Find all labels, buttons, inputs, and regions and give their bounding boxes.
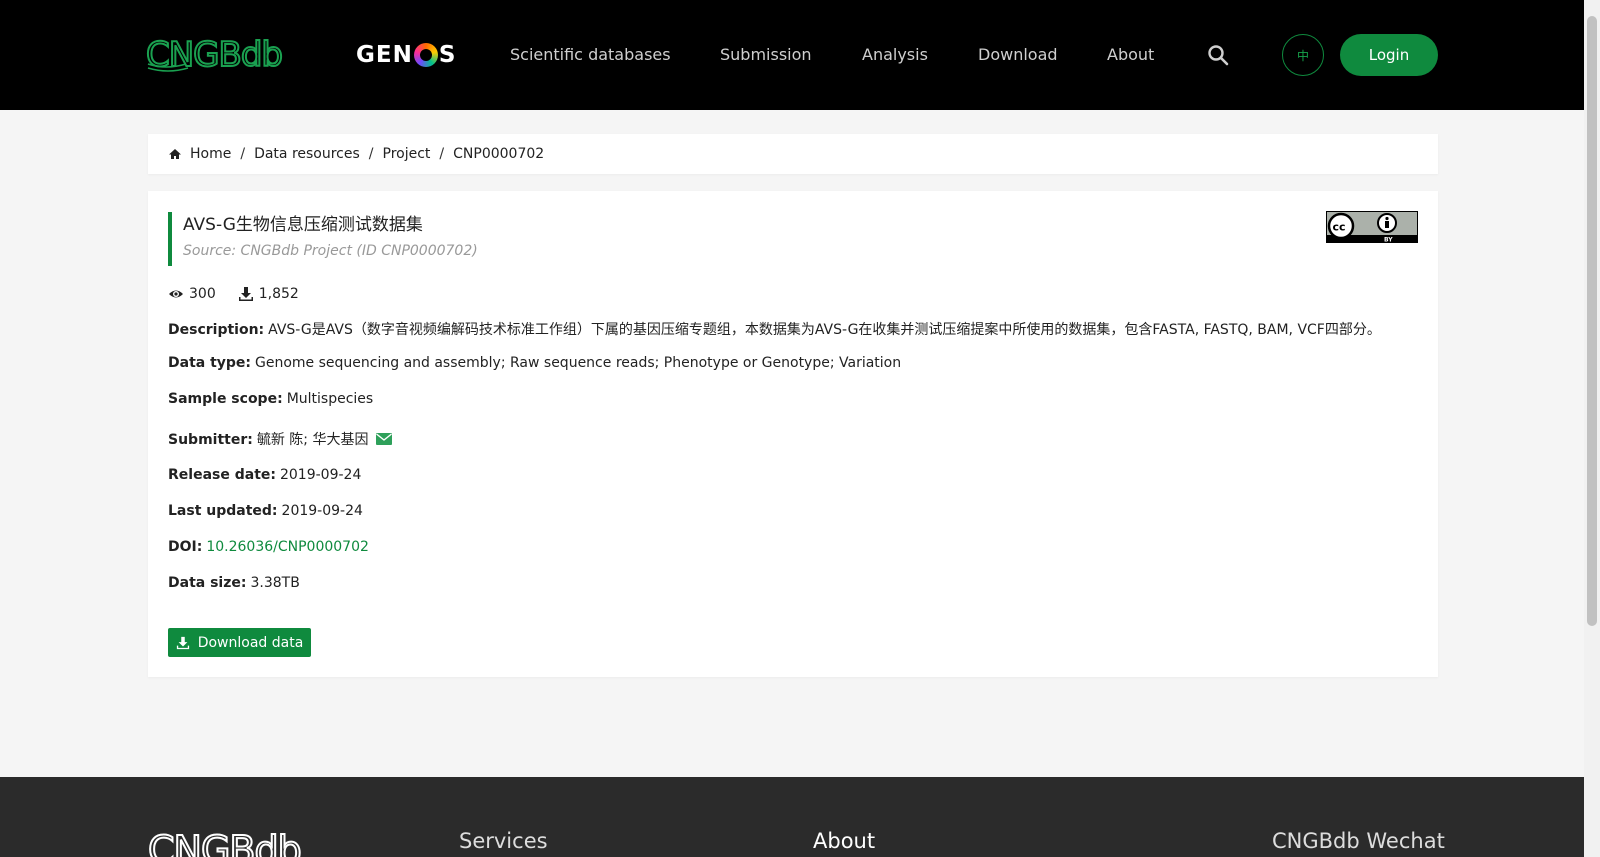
doi-label: DOI: [168,539,203,555]
language-toggle-button[interactable]: 中 [1282,34,1324,76]
breadcrumb-project[interactable]: Project [383,146,431,162]
submitter-label: Submitter: [168,432,253,448]
svg-text:cc: cc [1333,221,1346,234]
doi-field: DOI: 10.26036/CNP0000702 [168,539,369,555]
cc-by-license-icon[interactable]: BY cc [1326,211,1418,243]
genos-ring-icon [413,43,438,67]
view-count: 300 [189,286,216,302]
data-type-value: Genome sequencing and assembly; Raw sequ… [255,355,902,371]
project-detail-card: AVS-G生物信息压缩测试数据集 Source: CNGBdb Project … [148,191,1438,677]
data-size-label: Data size: [168,575,247,591]
download-icon [176,636,189,649]
release-date-field: Release date: 2019-09-24 [168,467,361,483]
home-icon[interactable] [168,147,182,161]
footer-heading-about: About [813,829,876,853]
svg-text:CNGBdb: CNGBdb [146,35,282,74]
last-updated-field: Last updated: 2019-09-24 [168,503,363,519]
breadcrumb-home[interactable]: Home [190,146,231,162]
release-date-value: 2019-09-24 [279,467,362,483]
sample-scope-field: Sample scope: Multispecies [168,391,373,407]
breadcrumb-data-resources[interactable]: Data resources [254,146,360,162]
site-footer: CNGBdb Services About CNGBdb Wechat [0,777,1584,857]
breadcrumb-current: CNP0000702 [453,146,545,162]
eye-icon [169,290,183,298]
submitter-field: Submitter: 毓新 陈; 华大基因 [168,429,392,449]
mail-icon[interactable] [375,433,392,445]
release-date-label: Release date: [168,467,276,483]
page-scrollbar[interactable] [1584,0,1600,857]
nav-submission[interactable]: Submission [720,45,812,64]
genos-logo-text-end: S [438,42,457,68]
breadcrumb-separator: / [368,146,374,162]
footer-heading-services: Services [459,829,548,853]
download-data-label: Download data [197,634,304,651]
data-size-value: 3.38TB [250,575,300,591]
project-title-block: AVS-G生物信息压缩测试数据集 Source: CNGBdb Project … [168,212,478,266]
description-field: Description: AVS-G是AVS（数字音视频编解码技术标准工作组）下属… [168,319,1381,339]
last-updated-label: Last updated: [168,503,278,519]
description-label: Description: [168,322,265,338]
submitter-value: 毓新 陈; 华大基因 [256,432,369,448]
nav-download[interactable]: Download [978,45,1058,64]
cngbdb-logo[interactable]: CNGBdb [146,34,306,74]
data-type-field: Data type: Genome sequencing and assembly… [168,355,901,371]
doi-link[interactable]: 10.26036/CNP0000702 [206,539,369,555]
data-type-label: Data type: [168,355,252,371]
search-icon[interactable] [1207,44,1229,66]
sample-scope-value: Multispecies [286,391,374,407]
breadcrumb-separator: / [240,146,246,162]
sample-scope-label: Sample scope: [168,391,283,407]
nav-scientific-databases[interactable]: Scientific databases [510,45,671,64]
download-icon [238,287,253,301]
data-size-field: Data size: 3.38TB [168,575,300,591]
site-header: CNGBdb GEN S Scientific databases Submis… [0,0,1584,110]
breadcrumb-separator: / [439,146,445,162]
login-button[interactable]: Login [1340,34,1438,76]
nav-analysis[interactable]: Analysis [862,45,928,64]
last-updated-value: 2019-09-24 [281,503,363,519]
footer-heading-wechat: CNGBdb Wechat [1272,829,1445,853]
genos-logo[interactable]: GEN S [356,38,456,72]
project-title: AVS-G生物信息压缩测试数据集 [183,215,423,235]
svg-text:BY: BY [1384,237,1393,244]
nav-about[interactable]: About [1107,45,1154,64]
project-source: Source: CNGBdb Project (ID CNP0000702) [183,243,478,259]
description-value: AVS-G是AVS（数字音视频编解码技术标准工作组）下属的基因压缩专题组，本数据… [268,322,1381,338]
genos-logo-text: GEN [356,42,413,68]
project-stats: 300 1,852 [168,286,299,302]
footer-cngbdb-logo[interactable]: CNGBdb [148,827,338,857]
svg-text:CNGBdb: CNGBdb [148,828,301,857]
download-data-button[interactable]: Download data [168,628,311,657]
breadcrumb: Home / Data resources / Project / CNP000… [148,134,1438,174]
scrollbar-thumb[interactable] [1587,16,1597,626]
download-count: 1,852 [258,286,299,302]
